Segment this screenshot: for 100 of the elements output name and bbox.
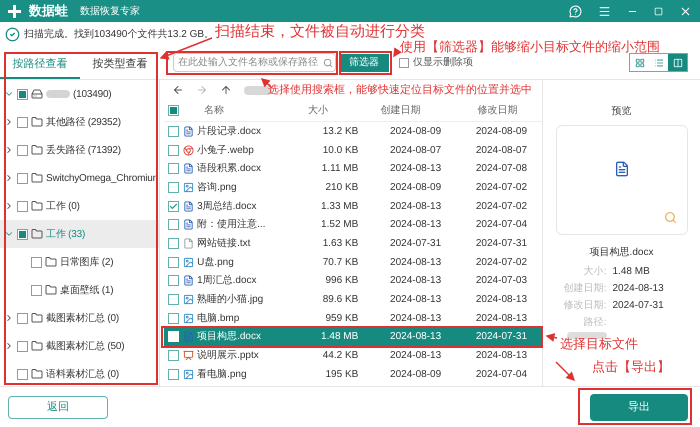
checkbox[interactable]: [399, 58, 409, 68]
file-row[interactable]: 附：使用注意... 1.52 MB 2024-08-13 2024-07-04: [164, 215, 542, 234]
annotation-arrow: [393, 47, 402, 58]
tree-item[interactable]: 语料素材汇总 (0): [0, 360, 159, 388]
slides-icon: [183, 350, 194, 362]
view-mode-button[interactable]: [668, 54, 687, 71]
maximize-icon[interactable]: [654, 6, 663, 16]
column-header[interactable]: 大小: [283, 103, 328, 118]
file-row[interactable]: 语段积累.docx 1.11 MB 2024-08-13 2024-07-08: [164, 159, 542, 178]
file-row[interactable]: 1周汇总.docx 996 KB 2024-08-13 2024-07-03: [164, 272, 542, 290]
redacted-name: [46, 90, 70, 98]
search-field[interactable]: 在此处输入文件名称或保存路径: [173, 53, 336, 72]
tree-label: 语料素材汇总 (0): [46, 368, 120, 382]
tree-label: 截图素材汇总 (0): [46, 312, 120, 326]
modified-date: 2024-08-09: [474, 124, 528, 139]
view-tab[interactable]: 按路径查看: [0, 56, 80, 79]
file-row[interactable]: 熟睡的小猫.jpg 89.6 KB 2024-08-13 2024-08-13: [164, 290, 542, 309]
checkbox[interactable]: [168, 126, 180, 137]
checkbox[interactable]: [17, 144, 28, 156]
file-row[interactable]: 看电脑.png 195 KB 2024-08-09 2024-07-04: [164, 364, 542, 384]
checkbox[interactable]: [168, 275, 180, 286]
menu-icon[interactable]: [598, 4, 611, 18]
modified-date: 2024-07-31: [474, 330, 528, 344]
file-row[interactable]: 咨询.png 210 KB 2024-08-09 2024-07-02: [164, 178, 542, 197]
checkbox[interactable]: [17, 312, 28, 324]
detail-label: 修改日期:: [562, 298, 606, 313]
file-name: 咨询.png: [197, 182, 237, 193]
tree-item[interactable]: 其他路径 (29352): [0, 108, 159, 136]
tree-item[interactable]: (103490): [0, 80, 159, 108]
file-row[interactable]: 3周总结.docx 1.33 MB 2024-08-13 2024-07-02: [164, 196, 542, 216]
tree-item[interactable]: 截图素材汇总 (50): [0, 332, 159, 360]
folder-icon: [31, 340, 43, 352]
detail-value: 2024-08-13: [612, 282, 665, 296]
forward-arrow-icon[interactable]: [196, 84, 208, 96]
checkbox[interactable]: [17, 172, 28, 184]
checkbox[interactable]: [168, 294, 180, 306]
drive-icon: [31, 88, 43, 100]
checkbox[interactable]: [31, 284, 42, 296]
logo-icon: [8, 4, 21, 18]
close-icon[interactable]: [679, 4, 692, 18]
file-row[interactable]: 说明展示.pptx 44.2 KB 2024-08-13 2024-08-13: [164, 346, 542, 365]
checkbox[interactable]: [168, 219, 180, 230]
annotation-text: 选择目标文件: [560, 337, 638, 350]
file-name: U盘.png: [197, 256, 234, 268]
column-header[interactable]: 修改日期: [452, 103, 542, 118]
file-name: 看电脑.png: [197, 368, 247, 380]
column-header[interactable]: 名称: [184, 103, 284, 118]
tree-item[interactable]: 丢失路径 (71392): [0, 136, 159, 164]
tree-item[interactable]: 截图素材汇总 (0): [0, 304, 159, 332]
file-row[interactable]: 电脑.bmp 959 KB 2024-08-13 2024-08-13: [164, 308, 542, 328]
checkbox[interactable]: [17, 228, 28, 240]
export-button[interactable]: 导出: [590, 394, 688, 420]
file-row[interactable]: 小兔子.webp 10.0 KB 2024-08-07 2024-08-07: [164, 140, 542, 160]
checkbox[interactable]: [17, 88, 28, 100]
file-row[interactable]: U盘.png 70.7 KB 2024-08-13 2024-07-02: [164, 252, 542, 272]
browser-icon: [183, 144, 194, 156]
help-icon[interactable]: [569, 4, 582, 18]
tree-item[interactable]: 桌面壁纸 (1): [0, 276, 159, 304]
detail-label: 创建日期:: [562, 282, 606, 296]
created-date: 2024-08-13: [389, 274, 442, 288]
search-icon[interactable]: [323, 58, 333, 68]
checkbox[interactable]: [168, 200, 180, 212]
checkbox[interactable]: [168, 105, 180, 116]
file-size: 10.0 KB: [322, 144, 358, 158]
checkbox[interactable]: [168, 350, 180, 362]
tree-item[interactable]: 工作 (0): [0, 192, 159, 220]
checkbox[interactable]: [168, 182, 180, 193]
checkbox[interactable]: [168, 312, 180, 324]
up-arrow-icon[interactable]: [220, 84, 232, 96]
file-row[interactable]: 网站链接.txt 1.63 KB 2024-07-31 2024-07-31: [164, 234, 542, 253]
back-arrow-icon[interactable]: [172, 84, 184, 96]
checkbox[interactable]: [168, 256, 180, 268]
checkbox[interactable]: [17, 340, 28, 352]
image-icon: [183, 256, 194, 268]
checkbox[interactable]: [168, 368, 180, 380]
file-name: 片段记录.docx: [197, 126, 261, 137]
back-button[interactable]: 返回: [8, 396, 108, 418]
folder-icon: [31, 228, 43, 240]
annotation-text: 使用【筛选器】能够缩小目标文件的缩小范围: [400, 40, 660, 53]
tree-item[interactable]: SwitchyOmega_Chromiur: [0, 164, 159, 192]
column-header[interactable]: 创建日期: [348, 103, 453, 118]
file-row[interactable]: 片段记录.docx 13.2 KB 2024-08-09 2024-08-09: [164, 122, 542, 141]
checkbox[interactable]: [168, 238, 180, 249]
view-tab[interactable]: 按类型查看: [80, 56, 160, 79]
file-name: 1周汇总.docx: [197, 275, 257, 286]
checkbox[interactable]: [168, 163, 180, 174]
file-row[interactable]: 项目构思.docx 1.48 MB 2024-08-13 2024-07-31: [164, 328, 542, 346]
checkbox[interactable]: [31, 256, 42, 268]
filter-button[interactable]: 筛选器: [339, 54, 389, 72]
file-size: 1.48 MB: [320, 330, 358, 344]
tree-item[interactable]: 工作 (33): [0, 220, 159, 248]
checkbox[interactable]: [168, 144, 180, 156]
checkbox[interactable]: [17, 116, 28, 128]
checkbox[interactable]: [17, 368, 28, 380]
tree-item[interactable]: 日常图库 (2): [0, 248, 159, 276]
file-name: 小兔子.webp: [197, 144, 254, 156]
preview-title: 预览: [612, 105, 632, 119]
file-name: 电脑.bmp: [197, 312, 240, 324]
checkbox[interactable]: [17, 200, 28, 212]
zoom-icon[interactable]: [664, 211, 676, 224]
